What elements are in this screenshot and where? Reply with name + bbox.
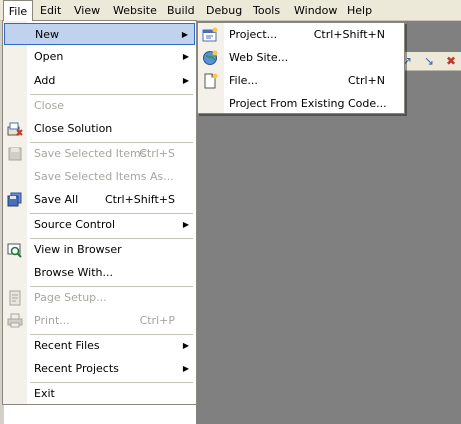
menu-item-open-label: Open bbox=[34, 50, 64, 63]
menu-item-new-label: New bbox=[35, 28, 59, 41]
menu-item-new[interactable]: New ▶ bbox=[4, 23, 195, 45]
save-all-icon bbox=[7, 192, 23, 208]
menu-item-page-setup-label: Page Setup... bbox=[34, 291, 107, 304]
menu-item-print[interactable]: Print... Ctrl+P bbox=[4, 310, 195, 332]
menu-item-page-setup[interactable]: Page Setup... bbox=[4, 287, 195, 309]
submenu-arrow-icon: ▶ bbox=[182, 220, 189, 229]
shortcut-text: Ctrl+P bbox=[139, 314, 175, 327]
menu-item-view-in-browser-label: View in Browser bbox=[34, 243, 122, 256]
menu-item-save-all-label: Save All bbox=[34, 193, 79, 206]
menu-item-recent-projects-label: Recent Projects bbox=[34, 362, 119, 375]
menu-item-save-selected-items-label: Save Selected Items bbox=[34, 147, 147, 160]
menu-item-open[interactable]: Open ▶ bbox=[4, 46, 195, 68]
menu-item-recent-files-label: Recent Files bbox=[34, 339, 100, 352]
save-icon bbox=[7, 146, 23, 162]
submenu-item-file-label: File... bbox=[229, 74, 258, 87]
menu-item-close-label: Close bbox=[34, 99, 64, 112]
menu-window[interactable]: Window bbox=[294, 0, 337, 20]
menu-item-browse-with-label: Browse With... bbox=[34, 266, 114, 279]
shortcut-text: Ctrl+N bbox=[347, 74, 385, 87]
menu-file[interactable]: File bbox=[3, 0, 33, 21]
submenu-item-project-from-existing-code[interactable]: Project From Existing Code... bbox=[199, 93, 403, 115]
menu-view[interactable]: View bbox=[74, 0, 100, 20]
shortcut-text: Ctrl+Shift+S bbox=[105, 193, 175, 206]
menu-item-save-all[interactable]: Save All Ctrl+Shift+S bbox=[4, 189, 195, 211]
submenu-arrow-icon: ▶ bbox=[181, 30, 188, 39]
submenu-arrow-icon: ▶ bbox=[182, 52, 189, 61]
submenu-item-file[interactable]: File... Ctrl+N bbox=[199, 70, 403, 92]
menu-item-exit-label: Exit bbox=[34, 387, 55, 400]
toolbar-outdent-icon[interactable]: ↘ bbox=[424, 53, 434, 69]
menu-item-view-in-browser[interactable]: View in Browser bbox=[4, 239, 195, 261]
submenu-arrow-icon: ▶ bbox=[182, 364, 189, 373]
menu-tools[interactable]: Tools bbox=[253, 0, 280, 20]
new-project-icon bbox=[202, 27, 218, 43]
menu-item-browse-with[interactable]: Browse With... bbox=[4, 262, 195, 284]
menu-item-close[interactable]: Close bbox=[4, 95, 195, 117]
submenu-item-project-from-existing-code-label: Project From Existing Code... bbox=[229, 97, 387, 110]
menu-item-save-selected-items-as[interactable]: Save Selected Items As... bbox=[4, 166, 195, 188]
new-file-icon bbox=[202, 73, 218, 89]
shortcut-text: Ctrl+Shift+N bbox=[313, 28, 385, 41]
menu-item-source-control-label: Source Control bbox=[34, 218, 116, 231]
view-in-browser-icon bbox=[7, 242, 23, 258]
menu-item-close-solution-label: Close Solution bbox=[34, 122, 113, 135]
toolbar-delete-icon[interactable]: ✖ bbox=[446, 53, 456, 69]
menu-item-recent-files[interactable]: Recent Files ▶ bbox=[4, 335, 195, 357]
menu-build[interactable]: Build bbox=[167, 0, 195, 20]
toolbar-fragment: ↗ ↘ ✖ bbox=[398, 52, 461, 71]
print-icon bbox=[7, 313, 23, 329]
close-solution-icon bbox=[7, 121, 23, 137]
menu-item-add[interactable]: Add ▶ bbox=[4, 70, 195, 92]
menu-item-exit[interactable]: Exit bbox=[4, 383, 195, 405]
menu-item-recent-projects[interactable]: Recent Projects ▶ bbox=[4, 358, 195, 380]
menu-debug[interactable]: Debug bbox=[206, 0, 242, 20]
submenu-item-project[interactable]: Project... Ctrl+Shift+N bbox=[199, 24, 403, 46]
menu-item-save-selected-items[interactable]: Save Selected Items Ctrl+S bbox=[4, 143, 195, 165]
web-site-icon bbox=[202, 50, 218, 66]
new-submenu: Project... Ctrl+Shift+N Web Site... File… bbox=[197, 22, 405, 114]
menu-item-save-selected-items-as-label: Save Selected Items As... bbox=[34, 170, 174, 183]
menu-item-print-label: Print... bbox=[34, 314, 70, 327]
menu-edit[interactable]: Edit bbox=[40, 0, 61, 20]
menu-website[interactable]: Website bbox=[113, 0, 157, 20]
menu-bar: File Edit View Website Build Debug Tools… bbox=[0, 0, 461, 21]
menu-item-source-control[interactable]: Source Control ▶ bbox=[4, 214, 195, 236]
submenu-item-project-label: Project... bbox=[229, 28, 278, 41]
submenu-arrow-icon: ▶ bbox=[182, 76, 189, 85]
shortcut-text: Ctrl+S bbox=[139, 147, 175, 160]
menu-item-add-label: Add bbox=[34, 74, 56, 87]
submenu-arrow-icon: ▶ bbox=[182, 341, 189, 350]
submenu-item-web-site-label: Web Site... bbox=[229, 51, 289, 64]
submenu-item-web-site[interactable]: Web Site... bbox=[199, 47, 403, 69]
file-menu: New ▶ Open ▶ Add ▶ Close Close Solution … bbox=[2, 20, 197, 405]
page-setup-icon bbox=[7, 290, 23, 306]
menu-help[interactable]: Help bbox=[347, 0, 372, 20]
menu-item-close-solution[interactable]: Close Solution bbox=[4, 118, 195, 140]
